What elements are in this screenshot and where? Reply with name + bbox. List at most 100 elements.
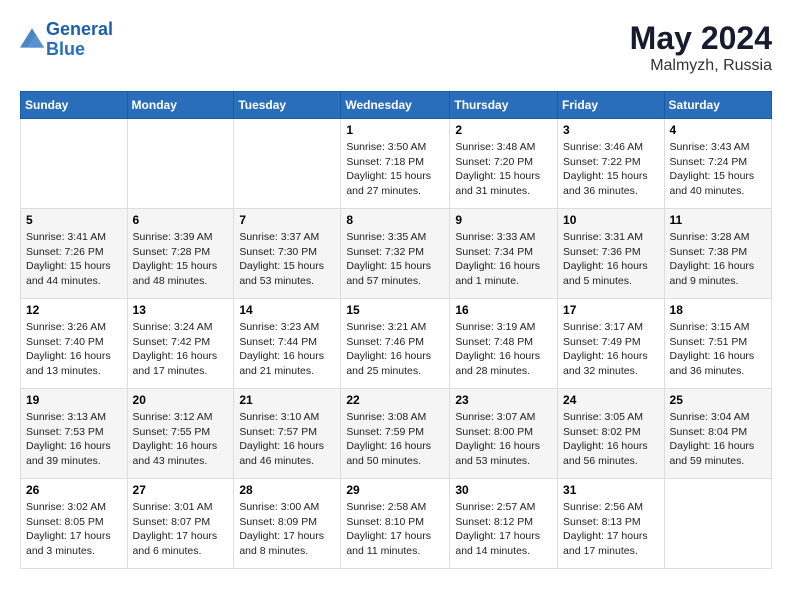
day-number: 28 xyxy=(239,483,335,497)
calendar-cell: 21 Sunrise: 3:10 AM Sunset: 7:57 PM Dayli… xyxy=(234,389,341,479)
day-number: 21 xyxy=(239,393,335,407)
day-number: 24 xyxy=(563,393,659,407)
location-subtitle: Malmyzh, Russia xyxy=(630,57,772,75)
calendar-cell: 7Sunrise: 3:37 AM Sunset: 7:30 PM Daylig… xyxy=(234,209,341,299)
day-number: 26 xyxy=(26,483,122,497)
day-number: 25 xyxy=(670,393,766,407)
day-info: Sunrise: 3:46 AM Sunset: 7:22 PM Dayligh… xyxy=(563,140,659,199)
day-info: Sunrise: 3:10 AM Sunset: 7:57 PM Dayligh… xyxy=(239,410,335,469)
weekday-header-monday: Monday xyxy=(127,92,234,119)
day-info: Sunrise: 3:24 AM Sunset: 7:42 PM Dayligh… xyxy=(133,320,229,379)
day-info: Sunrise: 3:33 AM Sunset: 7:34 PM Dayligh… xyxy=(455,230,552,289)
day-number: 8 xyxy=(346,213,444,227)
day-number: 29 xyxy=(346,483,444,497)
calendar-cell: 17Sunrise: 3:17 AM Sunset: 7:49 PM Dayli… xyxy=(558,299,665,389)
weekday-header-tuesday: Tuesday xyxy=(234,92,341,119)
calendar-cell: 26 Sunrise: 3:02 AM Sunset: 8:05 PM Dayli… xyxy=(21,479,128,569)
weekday-header-saturday: Saturday xyxy=(664,92,771,119)
weekday-header-friday: Friday xyxy=(558,92,665,119)
day-number: 9 xyxy=(455,213,552,227)
day-info: Sunrise: 3:48 AM Sunset: 7:20 PM Dayligh… xyxy=(455,140,552,199)
day-info: Sunrise: 3:07 AM Sunset: 8:00 PM Dayligh… xyxy=(455,410,552,469)
logo-icon xyxy=(20,28,44,48)
day-number: 14 xyxy=(239,303,335,317)
day-number: 13 xyxy=(133,303,229,317)
day-info: Sunrise: 3:04 AM Sunset: 8:04 PM Dayligh… xyxy=(670,410,766,469)
calendar-cell xyxy=(127,119,234,209)
day-number: 15 xyxy=(346,303,444,317)
day-number: 31 xyxy=(563,483,659,497)
day-info: Sunrise: 3:00 AM Sunset: 8:09 PM Dayligh… xyxy=(239,500,335,559)
calendar-cell: 20 Sunrise: 3:12 AM Sunset: 7:55 PM Dayli… xyxy=(127,389,234,479)
day-info: Sunrise: 3:02 AM Sunset: 8:05 PM Dayligh… xyxy=(26,500,122,559)
day-info: Sunrise: 3:50 AM Sunset: 7:18 PM Dayligh… xyxy=(346,140,444,199)
calendar-cell: 30 Sunrise: 2:57 AM Sunset: 8:12 PM Dayli… xyxy=(450,479,558,569)
calendar-cell: 9 Sunrise: 3:33 AM Sunset: 7:34 PM Daylig… xyxy=(450,209,558,299)
calendar-week-row: 26 Sunrise: 3:02 AM Sunset: 8:05 PM Dayli… xyxy=(21,479,772,569)
title-block: May 2024 Malmyzh, Russia xyxy=(630,20,772,75)
logo: General Blue xyxy=(20,20,113,60)
day-info: Sunrise: 3:39 AM Sunset: 7:28 PM Dayligh… xyxy=(133,230,229,289)
calendar-cell xyxy=(234,119,341,209)
calendar-cell xyxy=(664,479,771,569)
calendar-week-row: 12Sunrise: 3:26 AM Sunset: 7:40 PM Dayli… xyxy=(21,299,772,389)
day-info: Sunrise: 3:15 AM Sunset: 7:51 PM Dayligh… xyxy=(670,320,766,379)
day-number: 18 xyxy=(670,303,766,317)
day-number: 5 xyxy=(26,213,122,227)
day-info: Sunrise: 2:58 AM Sunset: 8:10 PM Dayligh… xyxy=(346,500,444,559)
calendar-cell: 2 Sunrise: 3:48 AM Sunset: 7:20 PM Daylig… xyxy=(450,119,558,209)
day-number: 22 xyxy=(346,393,444,407)
calendar-cell: 4 Sunrise: 3:43 AM Sunset: 7:24 PM Daylig… xyxy=(664,119,771,209)
day-info: Sunrise: 3:17 AM Sunset: 7:49 PM Dayligh… xyxy=(563,320,659,379)
calendar-cell: 14 Sunrise: 3:23 AM Sunset: 7:44 PM Dayli… xyxy=(234,299,341,389)
day-info: Sunrise: 2:57 AM Sunset: 8:12 PM Dayligh… xyxy=(455,500,552,559)
day-info: Sunrise: 3:12 AM Sunset: 7:55 PM Dayligh… xyxy=(133,410,229,469)
calendar-cell: 11 Sunrise: 3:28 AM Sunset: 7:38 PM Dayli… xyxy=(664,209,771,299)
calendar-cell: 13 Sunrise: 3:24 AM Sunset: 7:42 PM Dayli… xyxy=(127,299,234,389)
day-info: Sunrise: 3:35 AM Sunset: 7:32 PM Dayligh… xyxy=(346,230,444,289)
weekday-header-sunday: Sunday xyxy=(21,92,128,119)
day-number: 16 xyxy=(455,303,552,317)
day-number: 10 xyxy=(563,213,659,227)
day-info: Sunrise: 3:01 AM Sunset: 8:07 PM Dayligh… xyxy=(133,500,229,559)
day-number: 27 xyxy=(133,483,229,497)
page-header: General Blue May 2024 Malmyzh, Russia xyxy=(20,20,772,75)
calendar-cell: 19Sunrise: 3:13 AM Sunset: 7:53 PM Dayli… xyxy=(21,389,128,479)
day-info: Sunrise: 3:26 AM Sunset: 7:40 PM Dayligh… xyxy=(26,320,122,379)
calendar-cell: 22 Sunrise: 3:08 AM Sunset: 7:59 PM Dayli… xyxy=(341,389,450,479)
day-number: 3 xyxy=(563,123,659,137)
calendar-cell: 6Sunrise: 3:39 AM Sunset: 7:28 PM Daylig… xyxy=(127,209,234,299)
day-number: 23 xyxy=(455,393,552,407)
calendar-cell xyxy=(21,119,128,209)
day-info: Sunrise: 3:43 AM Sunset: 7:24 PM Dayligh… xyxy=(670,140,766,199)
calendar-cell: 5Sunrise: 3:41 AM Sunset: 7:26 PM Daylig… xyxy=(21,209,128,299)
day-number: 2 xyxy=(455,123,552,137)
weekday-header-thursday: Thursday xyxy=(450,92,558,119)
calendar-cell: 3 Sunrise: 3:46 AM Sunset: 7:22 PM Daylig… xyxy=(558,119,665,209)
calendar-cell: 16Sunrise: 3:19 AM Sunset: 7:48 PM Dayli… xyxy=(450,299,558,389)
day-info: Sunrise: 3:13 AM Sunset: 7:53 PM Dayligh… xyxy=(26,410,122,469)
day-info: Sunrise: 3:05 AM Sunset: 8:02 PM Dayligh… xyxy=(563,410,659,469)
calendar-week-row: 5Sunrise: 3:41 AM Sunset: 7:26 PM Daylig… xyxy=(21,209,772,299)
month-year-title: May 2024 xyxy=(630,20,772,57)
logo-text: General Blue xyxy=(46,20,113,60)
calendar-table: SundayMondayTuesdayWednesdayThursdayFrid… xyxy=(20,91,772,569)
day-info: Sunrise: 3:23 AM Sunset: 7:44 PM Dayligh… xyxy=(239,320,335,379)
calendar-cell: 25 Sunrise: 3:04 AM Sunset: 8:04 PM Dayli… xyxy=(664,389,771,479)
day-info: Sunrise: 3:28 AM Sunset: 7:38 PM Dayligh… xyxy=(670,230,766,289)
day-number: 1 xyxy=(346,123,444,137)
calendar-cell: 28 Sunrise: 3:00 AM Sunset: 8:09 PM Dayli… xyxy=(234,479,341,569)
calendar-cell: 27 Sunrise: 3:01 AM Sunset: 8:07 PM Dayli… xyxy=(127,479,234,569)
day-info: Sunrise: 2:56 AM Sunset: 8:13 PM Dayligh… xyxy=(563,500,659,559)
weekday-header-row: SundayMondayTuesdayWednesdayThursdayFrid… xyxy=(21,92,772,119)
day-number: 4 xyxy=(670,123,766,137)
day-number: 20 xyxy=(133,393,229,407)
day-info: Sunrise: 3:31 AM Sunset: 7:36 PM Dayligh… xyxy=(563,230,659,289)
day-info: Sunrise: 3:08 AM Sunset: 7:59 PM Dayligh… xyxy=(346,410,444,469)
day-number: 30 xyxy=(455,483,552,497)
calendar-cell: 12Sunrise: 3:26 AM Sunset: 7:40 PM Dayli… xyxy=(21,299,128,389)
day-number: 11 xyxy=(670,213,766,227)
calendar-cell: 31 Sunrise: 2:56 AM Sunset: 8:13 PM Dayli… xyxy=(558,479,665,569)
calendar-cell: 15Sunrise: 3:21 AM Sunset: 7:46 PM Dayli… xyxy=(341,299,450,389)
calendar-cell: 29 Sunrise: 2:58 AM Sunset: 8:10 PM Dayli… xyxy=(341,479,450,569)
